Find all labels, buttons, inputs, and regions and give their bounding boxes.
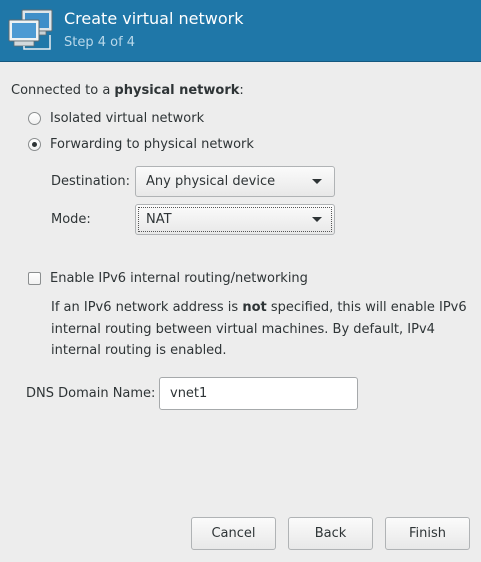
- isolated-network-radio[interactable]: Isolated virtual network: [28, 111, 204, 126]
- enable-ipv6-label: Enable IPv6 internal routing/networking: [50, 271, 308, 286]
- dropdown-arrow-icon: [312, 179, 322, 184]
- wizard-title: Create virtual network: [64, 9, 244, 28]
- dns-domain-name-input[interactable]: [159, 377, 358, 410]
- wizard-step-indicator: Step 4 of 4: [64, 35, 136, 50]
- enable-ipv6-checkbox[interactable]: [28, 272, 41, 285]
- dns-domain-name-label: DNS Domain Name:: [26, 386, 156, 401]
- forwarding-network-radio[interactable]: Forwarding to physical network: [28, 137, 254, 152]
- physical-network-section-label: Connected to a physical network:: [11, 83, 244, 98]
- wizard-header: Create virtual network Step 4 of 4: [0, 0, 481, 62]
- radio-button-checked[interactable]: [28, 138, 41, 151]
- dropdown-arrow-icon: [312, 217, 322, 222]
- radio-label: Forwarding to physical network: [50, 137, 254, 152]
- virtual-network-computers-icon: [6, 7, 56, 53]
- destination-value: Any physical device: [146, 174, 276, 189]
- destination-dropdown[interactable]: Any physical device: [135, 166, 335, 197]
- cancel-button[interactable]: Cancel: [191, 517, 276, 550]
- finish-button[interactable]: Finish: [385, 517, 470, 550]
- back-button[interactable]: Back: [288, 517, 373, 550]
- radio-button[interactable]: [28, 112, 41, 125]
- mode-label: Mode:: [51, 212, 91, 227]
- destination-label: Destination:: [51, 174, 130, 189]
- enable-ipv6-checkbox-row[interactable]: Enable IPv6 internal routing/networking: [28, 271, 308, 286]
- ipv6-info-text: If an IPv6 network address is not specif…: [51, 300, 467, 358]
- mode-dropdown[interactable]: NAT: [135, 204, 335, 235]
- radio-label: Isolated virtual network: [50, 111, 205, 126]
- mode-value: NAT: [146, 212, 172, 227]
